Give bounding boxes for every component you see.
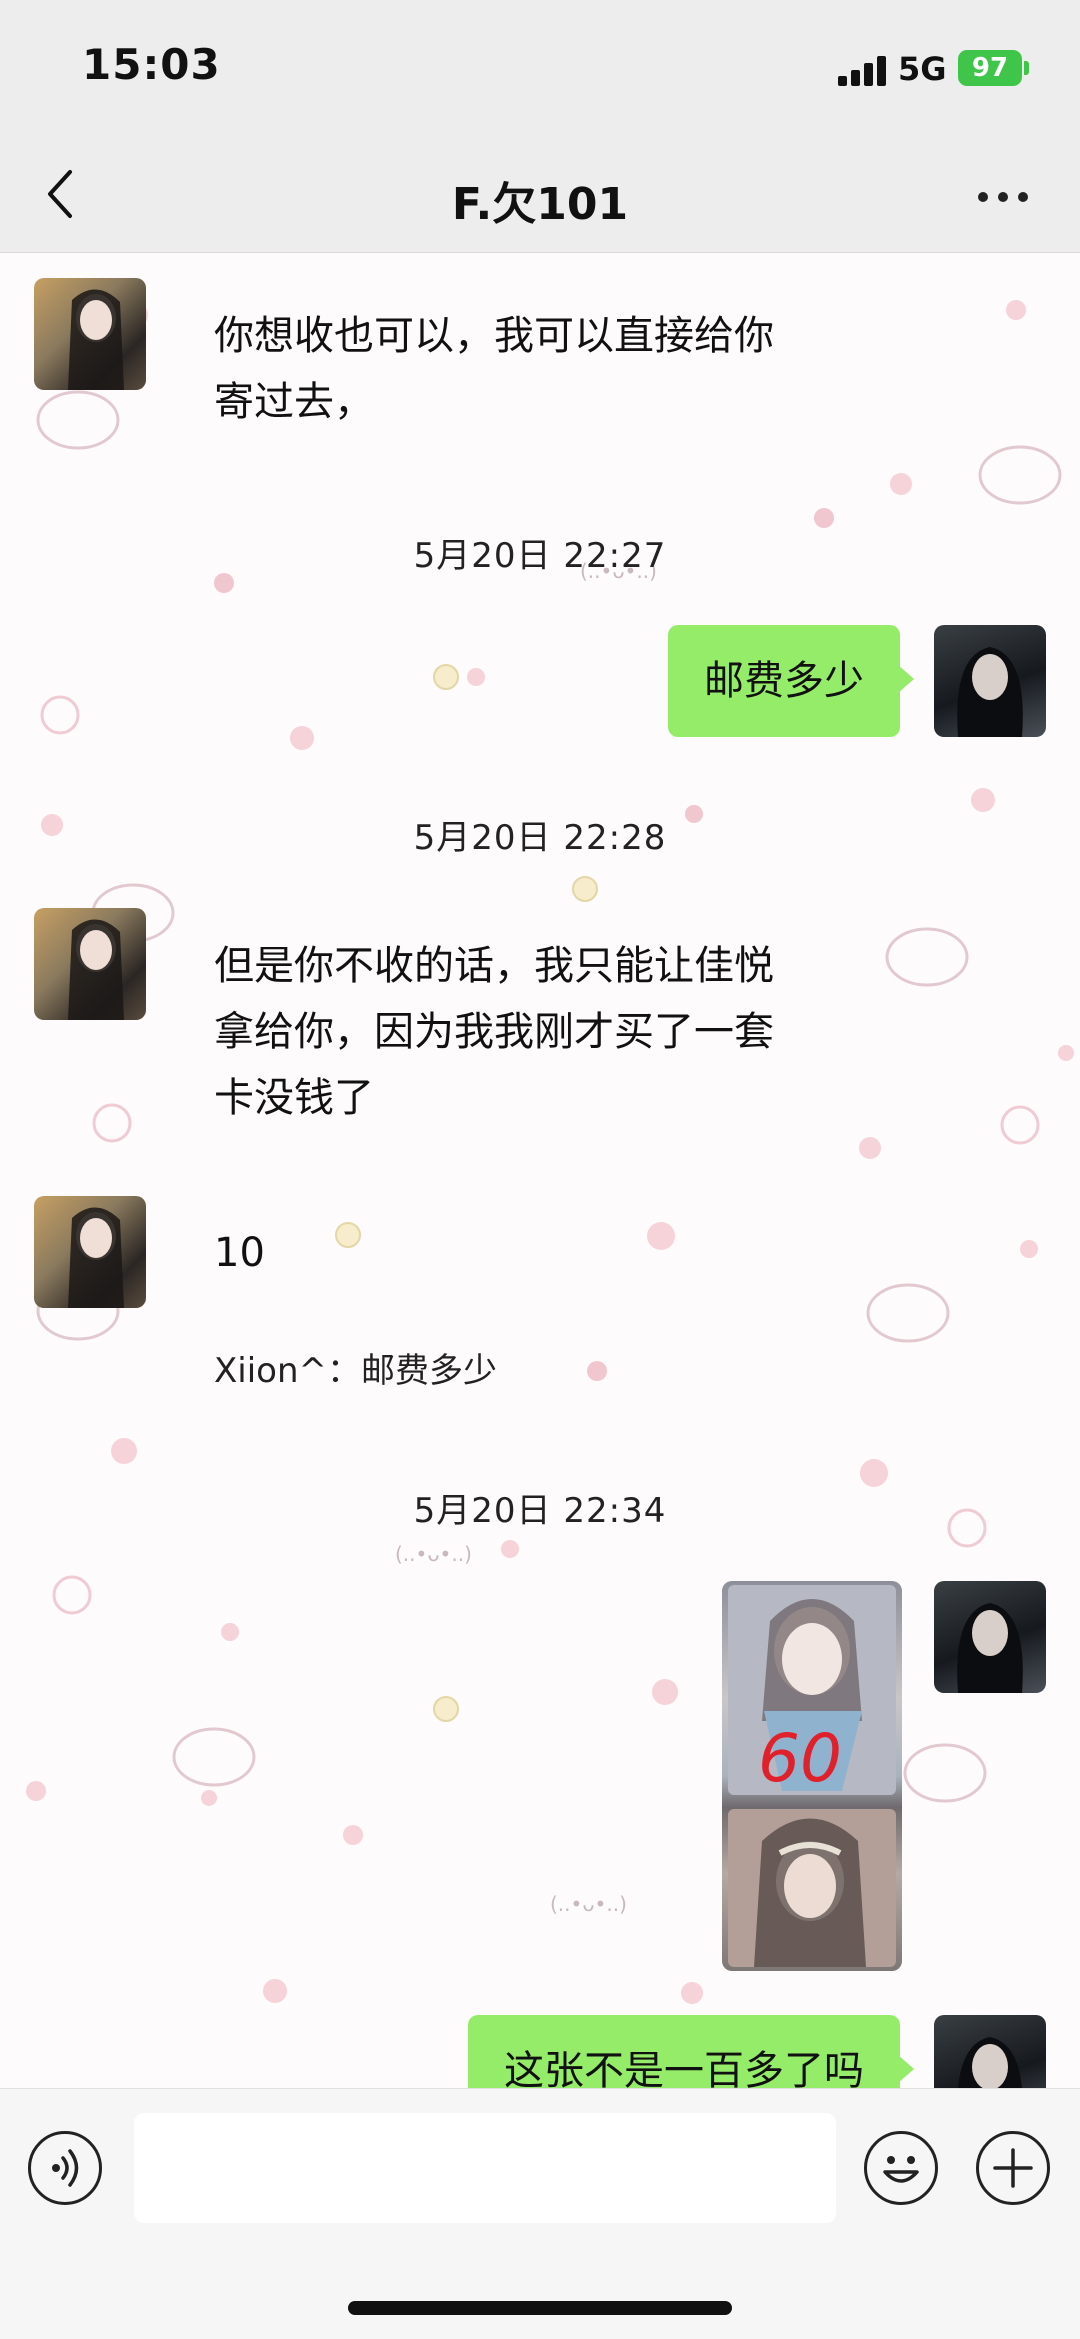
chat-title: F.欠101 <box>451 179 629 230</box>
svg-text:(..•ᴗ•..): (..•ᴗ•..) <box>395 1542 472 1566</box>
message-line: 拿给你，因为我我刚才买了一套 <box>214 1009 774 1055</box>
message-line: 但是你不收的话，我只能让佳悦 <box>214 943 774 989</box>
message-text: 10 <box>214 1230 265 1276</box>
signal-icon <box>838 56 886 86</box>
handwritten-price: 60 <box>758 1720 842 1797</box>
quoted-reply: Xiion^：邮费多少 <box>214 1351 498 1391</box>
friend-avatar[interactable] <box>34 1196 146 1308</box>
network-type: 5G <box>898 50 947 88</box>
chat-area[interactable]: (..•ᴗ•..) (..•ᴗ•..) (..•ᴗ•..) 你想收也可以，我可以直接… <box>0 253 1080 2088</box>
battery-tip <box>1024 61 1029 75</box>
home-indicator <box>348 2301 732 2315</box>
status-bar: 15:03 5G 97 <box>0 0 1080 140</box>
battery-icon: 97 <box>958 50 1022 86</box>
friend-avatar[interactable] <box>34 278 146 390</box>
timestamp: 5月20日 22:34 <box>413 1491 667 1531</box>
message-input[interactable] <box>134 2113 836 2223</box>
outgoing-message-bubble[interactable]: 这张不是一百多了吗 <box>468 2015 914 2088</box>
input-bar <box>0 2088 1080 2339</box>
my-avatar[interactable] <box>934 1581 1046 1693</box>
status-time: 15:03 <box>82 40 221 89</box>
message-text: 但是你不收的话，我只能让佳悦 拿给你，因为我我刚才买了一套 卡没钱了 <box>214 933 914 1131</box>
timestamp: 5月20日 22:27 <box>413 536 667 576</box>
voice-icon[interactable] <box>28 2131 102 2205</box>
photo-message[interactable]: 60 <box>722 1581 902 1971</box>
nav-bar: F.欠101 <box>0 140 1080 253</box>
more-dots-icon[interactable] <box>968 170 1038 220</box>
my-avatar[interactable] <box>934 2015 1046 2088</box>
outgoing-message-bubble[interactable]: 邮费多少 <box>668 625 914 737</box>
my-avatar[interactable] <box>934 625 1046 737</box>
message-line: 卡没钱了 <box>214 1075 374 1121</box>
svg-text:(..•ᴗ•..): (..•ᴗ•..) <box>550 1892 627 1916</box>
message-line: 寄过去， <box>214 379 374 425</box>
battery-level: 97 <box>971 53 1009 83</box>
emoji-icon[interactable] <box>864 2131 938 2205</box>
plus-icon[interactable] <box>976 2131 1050 2205</box>
timestamp: 5月20日 22:28 <box>413 818 667 858</box>
message-text: 你想收也可以，我可以直接给你 寄过去， <box>214 303 914 435</box>
friend-avatar[interactable] <box>34 908 146 1020</box>
message-line: 你想收也可以，我可以直接给你 <box>214 313 774 359</box>
